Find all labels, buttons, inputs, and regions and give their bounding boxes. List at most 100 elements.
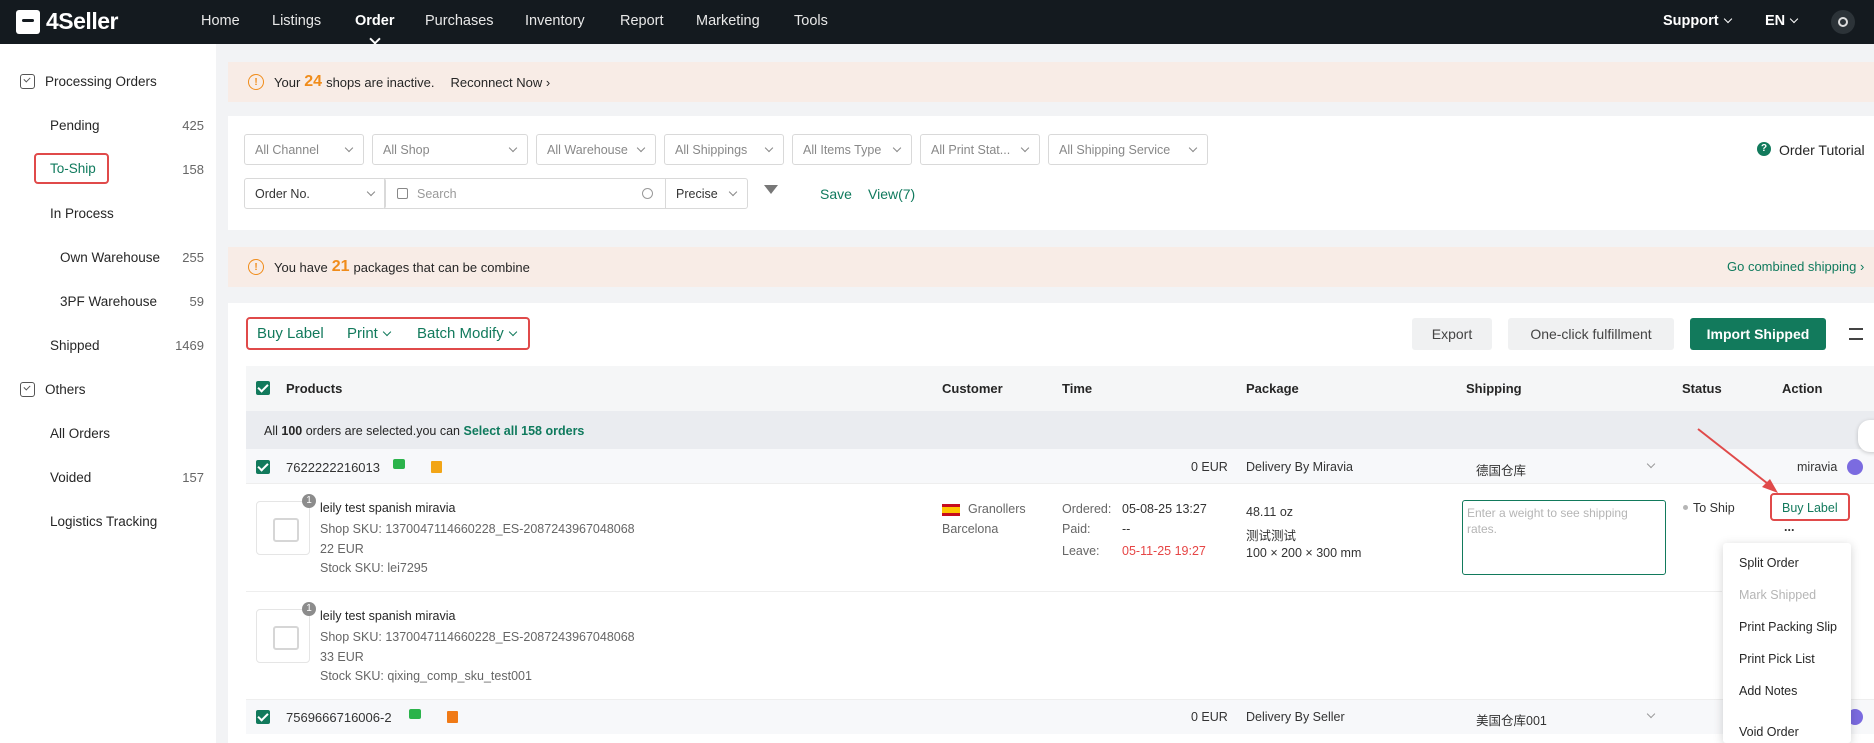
package-weight: 48.11 oz: [1246, 505, 1294, 519]
items-type-select[interactable]: All Items Type: [792, 134, 912, 165]
combine-banner: ! You have 21 packages that can be combi…: [228, 247, 1874, 287]
print-status-select[interactable]: All Print Stat...: [920, 134, 1040, 165]
view-button[interactable]: View(7): [868, 186, 915, 202]
order-no-select[interactable]: Order No.: [244, 178, 386, 209]
to-ship-count: 158: [182, 162, 204, 177]
shipped-count: 1469: [175, 338, 204, 353]
buy-label-button[interactable]: Buy Label: [257, 325, 324, 342]
sidebar-item-own-warehouse[interactable]: Own Warehouse: [60, 250, 160, 265]
nav-home[interactable]: Home: [201, 13, 240, 29]
sidebar-item-all-orders[interactable]: All Orders: [50, 426, 110, 441]
import-shipped-button[interactable]: Import Shipped: [1690, 318, 1826, 350]
logo[interactable]: 4Seller: [16, 8, 118, 35]
order-checkbox[interactable]: [256, 460, 270, 474]
menu-mark-shipped: Mark Shipped: [1739, 588, 1817, 602]
reconnect-link[interactable]: Reconnect Now ›: [450, 75, 550, 90]
weight-placeholder: Enter a weight to see shipping rates.: [1467, 506, 1628, 536]
help-icon: ?: [1757, 142, 1771, 156]
warehouse-select[interactable]: All Warehouse: [536, 134, 656, 165]
scan-icon: [397, 188, 408, 199]
nav-tools[interactable]: Tools: [794, 13, 828, 29]
more-actions-button[interactable]: ...: [1784, 520, 1794, 534]
menu-print-pick-list[interactable]: Print Pick List: [1739, 652, 1815, 666]
sidebar-processing-header[interactable]: Processing Orders: [20, 74, 157, 89]
leave-label: Leave:: [1062, 544, 1100, 558]
package-dimensions: 100 × 200 × 300 mm: [1246, 546, 1362, 560]
platform-icon: [1847, 459, 1863, 475]
go-combined-label: Go combined shipping: [1727, 259, 1857, 274]
warehouse-select[interactable]: 美国仓库001: [1476, 710, 1547, 729]
select-all-checkbox[interactable]: [256, 381, 270, 395]
filter-funnel-icon[interactable]: [764, 185, 778, 194]
order-amount: 0 EUR: [1191, 460, 1228, 474]
row-buy-label-button[interactable]: Buy Label: [1782, 501, 1838, 515]
select-all-orders-link[interactable]: Select all 158 orders: [463, 424, 584, 438]
order-id[interactable]: 7622222216013: [286, 460, 380, 475]
paid-label: Paid:: [1062, 522, 1091, 536]
ordered-label: Ordered:: [1062, 502, 1112, 516]
order-header-row: [246, 699, 1874, 734]
order-id[interactable]: 7569666716006-2: [286, 710, 392, 725]
print-dropdown[interactable]: Print: [347, 325, 392, 342]
go-combined-shipping-link[interactable]: Go combined shipping ›: [1727, 259, 1864, 274]
nav-order[interactable]: Order: [355, 13, 395, 29]
col-package: Package: [1246, 381, 1299, 396]
shop-select[interactable]: All Shop: [372, 134, 528, 165]
warehouse-select[interactable]: 德国仓库: [1476, 460, 1526, 479]
sidebar-item-pending[interactable]: Pending: [50, 118, 100, 133]
customer-city: Granollers: [968, 502, 1026, 516]
sidebar-item-shipped[interactable]: Shipped: [50, 338, 100, 353]
delivery-method: Delivery By Miravia: [1246, 460, 1353, 474]
language-menu[interactable]: EN: [1765, 13, 1799, 29]
order-tutorial-link[interactable]: Order Tutorial: [1779, 142, 1865, 158]
order-checkbox[interactable]: [256, 710, 270, 724]
nav-purchases[interactable]: Purchases: [425, 13, 494, 29]
product-name[interactable]: leily test spanish miravia: [320, 501, 455, 515]
nav-inventory[interactable]: Inventory: [525, 13, 585, 29]
channel-select[interactable]: All Channel: [244, 134, 364, 165]
support-label: Support: [1663, 13, 1719, 29]
customer-region: Barcelona: [942, 522, 999, 536]
filter-panel: All Channel All Shop All Warehouse All S…: [228, 116, 1874, 230]
weight-input[interactable]: Enter a weight to see shipping rates.: [1462, 500, 1666, 575]
side-panel-toggle-icon[interactable]: [1858, 420, 1874, 452]
menu-void-order[interactable]: Void Order: [1739, 725, 1799, 739]
product-name[interactable]: leily test spanish miravia: [320, 609, 455, 623]
nav-marketing[interactable]: Marketing: [696, 13, 760, 29]
platform-name: miravia: [1797, 460, 1838, 474]
order-status: To Ship: [1693, 501, 1735, 515]
search-input[interactable]: Search: [384, 178, 666, 209]
gear-icon[interactable]: [1831, 10, 1855, 34]
warning-icon: !: [248, 74, 264, 90]
sidebar-item-in-process[interactable]: In Process: [50, 206, 114, 221]
nav-listings[interactable]: Listings: [272, 13, 321, 29]
search-icon[interactable]: [642, 188, 653, 199]
message-icon[interactable]: [393, 459, 405, 469]
support-menu[interactable]: Support: [1663, 13, 1732, 29]
banner-prefix: Your: [274, 74, 301, 90]
product-image-placeholder: [256, 609, 310, 663]
sidebar-others-label: Others: [45, 382, 86, 397]
nav-report[interactable]: Report: [620, 13, 664, 29]
shippings-select[interactable]: All Shippings: [664, 134, 784, 165]
sidebar-item-voided[interactable]: Voided: [50, 470, 91, 485]
save-view-button[interactable]: Save: [820, 186, 852, 202]
message-icon[interactable]: [409, 709, 421, 719]
sidebar-item-logistics[interactable]: Logistics Tracking: [50, 514, 157, 529]
table-header: [246, 366, 1874, 411]
menu-add-notes[interactable]: Add Notes: [1739, 684, 1797, 698]
language-label: EN: [1765, 13, 1786, 29]
top-nav: 4Seller Home Listings Order Purchases In…: [0, 0, 1874, 44]
column-settings-icon[interactable]: [1849, 328, 1863, 340]
search-placeholder: Search: [417, 187, 457, 201]
precise-select[interactable]: Precise: [665, 178, 748, 209]
menu-split-order[interactable]: Split Order: [1739, 556, 1799, 570]
one-click-fulfillment-button[interactable]: One-click fulfillment: [1508, 318, 1674, 350]
sidebar-item-3pf-warehouse[interactable]: 3PF Warehouse: [60, 294, 157, 309]
menu-print-packing-slip[interactable]: Print Packing Slip: [1739, 620, 1837, 634]
sidebar-others-header[interactable]: Others: [20, 382, 86, 397]
sidebar-item-to-ship[interactable]: To-Ship: [34, 153, 109, 184]
batch-modify-dropdown[interactable]: Batch Modify: [417, 325, 517, 342]
shipping-service-select[interactable]: All Shipping Service: [1048, 134, 1208, 165]
export-button[interactable]: Export: [1412, 318, 1492, 350]
